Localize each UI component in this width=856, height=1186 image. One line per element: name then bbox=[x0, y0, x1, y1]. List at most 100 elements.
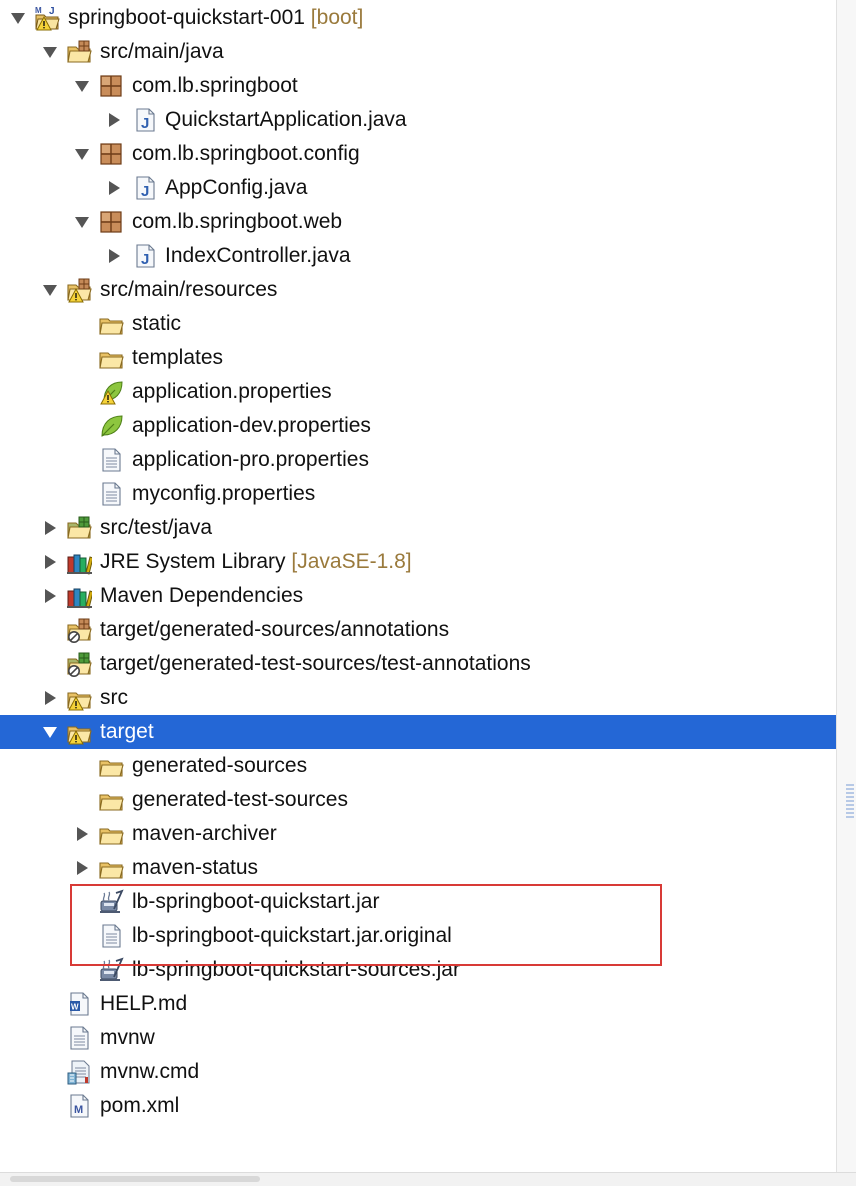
tree-item-text: maven-status bbox=[132, 856, 259, 879]
tree-item-label: static bbox=[132, 313, 181, 335]
tree-item[interactable]: src/main/java bbox=[0, 35, 836, 69]
chevron-right-icon[interactable] bbox=[106, 248, 122, 264]
tree-item[interactable]: myconfig.properties bbox=[0, 477, 836, 511]
tree-item[interactable]: mvnw.cmd bbox=[0, 1055, 836, 1089]
tree-item[interactable]: static bbox=[0, 307, 836, 341]
tree-item[interactable]: Maven Dependencies bbox=[0, 579, 836, 613]
tree-item-text: generated-sources bbox=[132, 754, 308, 777]
chevron-right-icon[interactable] bbox=[42, 554, 58, 570]
folder-warning-icon bbox=[66, 685, 92, 711]
chevron-down-icon[interactable] bbox=[10, 10, 26, 26]
tree-item[interactable]: J QuickstartApplication.java bbox=[0, 103, 836, 137]
tree-item-label: target bbox=[100, 721, 154, 743]
tree-item[interactable]: lb-springboot-quickstart.jar bbox=[0, 885, 836, 919]
text-file-icon bbox=[66, 1025, 92, 1051]
tree-item[interactable]: J IndexController.java bbox=[0, 239, 836, 273]
tree-item[interactable]: com.lb.springboot bbox=[0, 69, 836, 103]
chevron-right-icon[interactable] bbox=[42, 690, 58, 706]
tree-item[interactable]: src/main/resources bbox=[0, 273, 836, 307]
project-explorer-tree[interactable]: M Jspringboot-quickstart-001 [boot] src/ma… bbox=[0, 0, 836, 1172]
scrollbar-grip[interactable] bbox=[846, 784, 854, 818]
tree-item-label: src/main/java bbox=[100, 41, 224, 63]
tree-item-label: myconfig.properties bbox=[132, 483, 315, 505]
chevron-right-icon[interactable] bbox=[42, 588, 58, 604]
chevron-right-icon[interactable] bbox=[74, 860, 90, 876]
chevron-down-icon[interactable] bbox=[42, 724, 58, 740]
chevron-down-icon[interactable] bbox=[74, 146, 90, 162]
spring-properties-warning-icon bbox=[98, 379, 124, 405]
tree-item-label: target/generated-sources/annotations bbox=[100, 619, 449, 641]
svg-text:J: J bbox=[141, 115, 149, 132]
chevron-right-icon[interactable] bbox=[106, 112, 122, 128]
tree-item-text: src/main/resources bbox=[100, 278, 278, 301]
tree-item[interactable]: W HELP.md bbox=[0, 987, 836, 1021]
maven-pom-icon: M bbox=[66, 1093, 92, 1119]
svg-text:M: M bbox=[74, 1104, 83, 1116]
chevron-down-icon[interactable] bbox=[42, 282, 58, 298]
library-icon bbox=[66, 549, 92, 575]
folder-warning-icon bbox=[66, 719, 92, 745]
tree-item[interactable]: Mpom.xml bbox=[0, 1089, 836, 1123]
test-source-folder-icon bbox=[66, 515, 92, 541]
vertical-scrollbar[interactable] bbox=[836, 0, 856, 1172]
tree-item[interactable]: application.properties bbox=[0, 375, 836, 409]
tree-item[interactable]: J AppConfig.java bbox=[0, 171, 836, 205]
horizontal-scrollbar-thumb[interactable] bbox=[10, 1176, 260, 1182]
tree-item-text: target/generated-test-sources/test-annot… bbox=[100, 652, 531, 675]
chevron-right-icon[interactable] bbox=[42, 520, 58, 536]
text-file-icon bbox=[98, 481, 124, 507]
chevron-down-icon[interactable] bbox=[74, 78, 90, 94]
tree-item-label: application-pro.properties bbox=[132, 449, 369, 471]
tree-item-text: com.lb.springboot bbox=[132, 74, 298, 97]
tree-item-label: mvnw bbox=[100, 1027, 155, 1049]
tree-item-text: src/test/java bbox=[100, 516, 213, 539]
package-icon bbox=[98, 73, 124, 99]
tree-item[interactable]: target/generated-sources/annotations bbox=[0, 613, 836, 647]
tree-item-text: templates bbox=[132, 346, 224, 369]
tree-item-label: mvnw.cmd bbox=[100, 1061, 199, 1083]
tree-item-text: application-dev.properties bbox=[132, 414, 371, 437]
tree-item[interactable]: generated-sources bbox=[0, 749, 836, 783]
tree-item[interactable]: com.lb.springboot.web bbox=[0, 205, 836, 239]
folder-icon bbox=[98, 311, 124, 337]
chevron-right-icon[interactable] bbox=[106, 180, 122, 196]
java-file-icon: J bbox=[132, 107, 158, 133]
tree-item[interactable]: src bbox=[0, 681, 836, 715]
tree-item[interactable]: lb-springboot-quickstart.jar.original bbox=[0, 919, 836, 953]
source-folder-ignored-icon bbox=[66, 617, 92, 643]
tree-item-text: pom.xml bbox=[100, 1094, 180, 1117]
chevron-down-icon[interactable] bbox=[42, 44, 58, 60]
tree-item-label: lb-springboot-quickstart-sources.jar bbox=[132, 959, 460, 981]
library-icon bbox=[66, 583, 92, 609]
chevron-down-icon[interactable] bbox=[74, 214, 90, 230]
tree-item-label: src/test/java bbox=[100, 517, 212, 539]
tree-item-text: src bbox=[100, 686, 128, 709]
tree-item[interactable]: com.lb.springboot.config bbox=[0, 137, 836, 171]
maven-project-icon: MJ bbox=[34, 5, 60, 31]
tree-item[interactable]: lb-springboot-quickstart-sources.jar bbox=[0, 953, 836, 987]
tree-item-text: com.lb.springboot.config bbox=[132, 142, 360, 165]
tree-item-text: lb-springboot-quickstart-sources.jar bbox=[132, 958, 460, 981]
svg-text:J: J bbox=[141, 251, 149, 268]
tree-item[interactable]: target/generated-test-sources/test-annot… bbox=[0, 647, 836, 681]
tree-item-label: pom.xml bbox=[100, 1095, 179, 1117]
tree-item[interactable]: templates bbox=[0, 341, 836, 375]
tree-item[interactable]: JRE System Library [JavaSE-1.8] bbox=[0, 545, 836, 579]
tree-item[interactable]: mvnw bbox=[0, 1021, 836, 1055]
tree-item-decoration: [JavaSE-1.8] bbox=[285, 550, 412, 573]
tree-item[interactable]: maven-status bbox=[0, 851, 836, 885]
tree-item[interactable]: target bbox=[0, 715, 836, 749]
tree-item[interactable]: application-pro.properties bbox=[0, 443, 836, 477]
tree-item[interactable]: generated-test-sources bbox=[0, 783, 836, 817]
chevron-right-icon[interactable] bbox=[74, 826, 90, 842]
tree-item-text: springboot-quickstart-001 bbox=[68, 6, 305, 29]
tree-item[interactable]: application-dev.properties bbox=[0, 409, 836, 443]
tree-item-text: HELP.md bbox=[100, 992, 188, 1015]
tree-item[interactable]: maven-archiver bbox=[0, 817, 836, 851]
tree-item-label: generated-test-sources bbox=[132, 789, 348, 811]
svg-text:M: M bbox=[35, 6, 42, 15]
tree-item-label: generated-sources bbox=[132, 755, 307, 777]
tree-item[interactable]: src/test/java bbox=[0, 511, 836, 545]
tree-item-label: com.lb.springboot bbox=[132, 75, 298, 97]
tree-item[interactable]: M Jspringboot-quickstart-001 [boot] bbox=[0, 1, 836, 35]
